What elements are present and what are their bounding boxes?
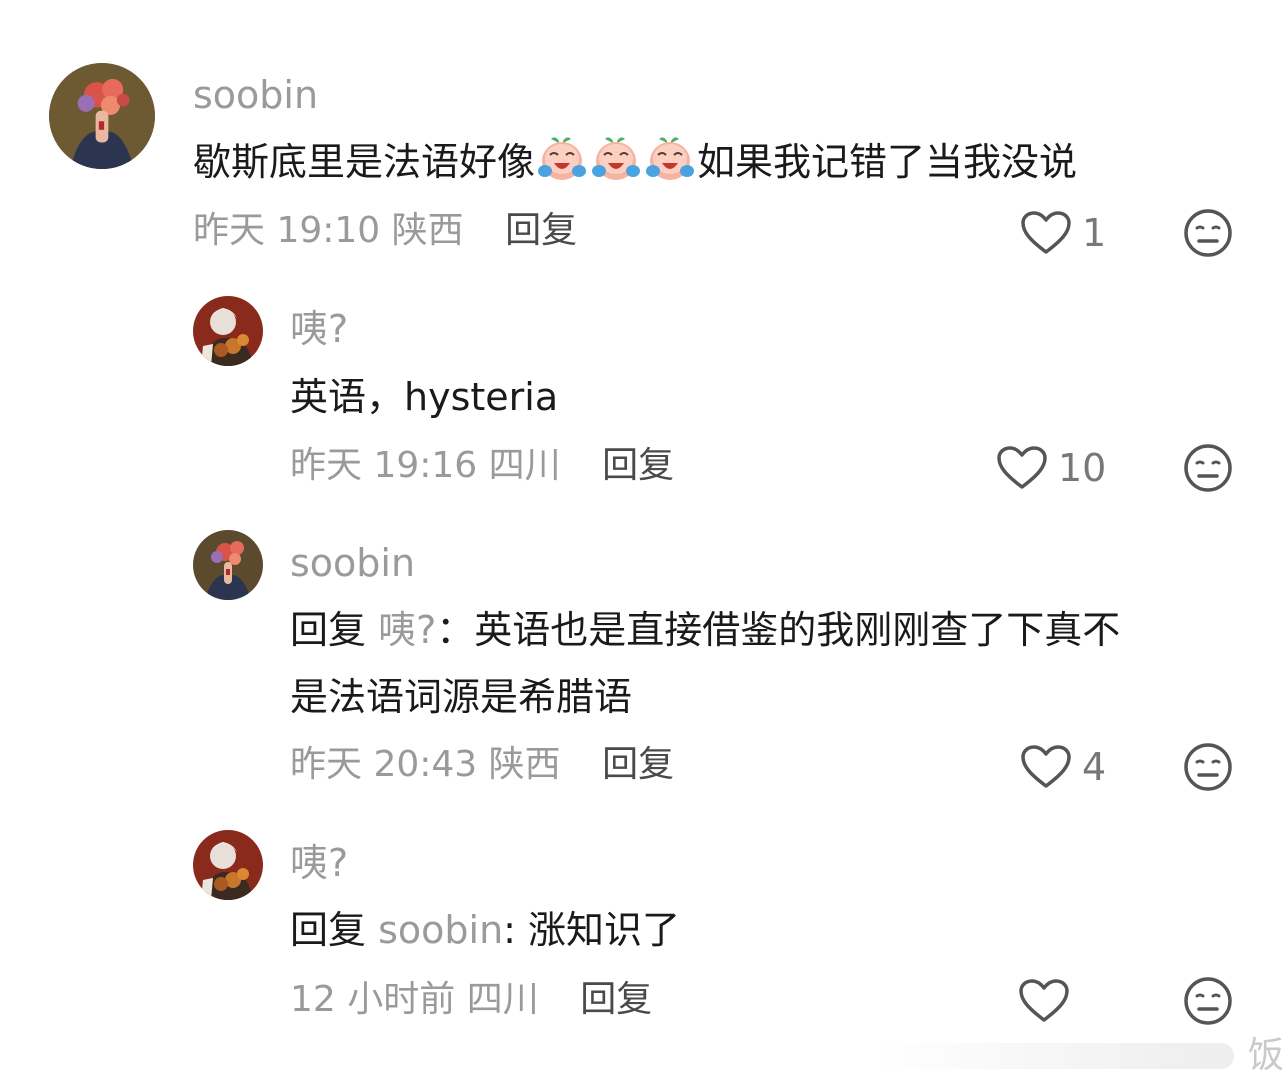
comment-text-line2: 是法语词源是希腊语 xyxy=(290,675,633,719)
comment-username[interactable]: 咦? xyxy=(290,844,348,882)
crying-laughing-peach-emoji xyxy=(645,133,695,183)
heart-icon xyxy=(996,445,1048,491)
reply-prefix: 回复 xyxy=(290,908,367,952)
heart-icon xyxy=(1020,210,1072,256)
dislike-face-icon[interactable] xyxy=(1183,208,1233,258)
reply-prefix: 回复 xyxy=(290,608,367,652)
like-button[interactable]: 10 xyxy=(996,443,1106,493)
comment-text-body: : 涨知识了 xyxy=(503,908,681,952)
comment-1: soobin 歇斯底里是法语好像 如果我记错了当我没说 昨天 19:10 陕西 回… xyxy=(0,0,1284,280)
comment-username[interactable]: soobin xyxy=(290,544,415,582)
crying-laughing-peach-emoji xyxy=(591,133,641,183)
comment-meta: 昨天 19:10 陕西 回复 xyxy=(193,213,577,249)
comment-meta: 12 小时前 四川 回复 xyxy=(290,982,652,1018)
comment-time: 昨天 20:43 xyxy=(290,744,478,785)
reply-button[interactable]: 回复 xyxy=(602,744,674,785)
reply-button[interactable]: 回复 xyxy=(580,979,652,1020)
comment-3: soobin 回复 咦?：英语也是直接借鉴的我刚刚查了下真不 是法语词源是希腊语… xyxy=(0,510,1284,810)
dislike-face-icon[interactable] xyxy=(1183,976,1233,1026)
comment-time: 12 小时前 xyxy=(290,979,456,1020)
comment-meta: 昨天 20:43 陕西 回复 xyxy=(290,747,674,783)
avatar[interactable] xyxy=(193,296,263,366)
reply-button[interactable]: 回复 xyxy=(602,445,674,486)
comment-time: 昨天 19:10 xyxy=(193,210,381,251)
watermark: 饭 xyxy=(874,1035,1284,1077)
comment-text: 英语，hysteria xyxy=(290,375,559,419)
comment-text-after: 如果我记错了当我没说 xyxy=(697,140,1078,184)
avatar[interactable] xyxy=(49,63,155,169)
comment-text-before: 歇斯底里是法语好像 xyxy=(193,140,536,184)
comment-location: 四川 xyxy=(488,445,561,486)
like-count: 1 xyxy=(1082,211,1107,255)
watermark-bar xyxy=(874,1043,1234,1069)
reply-button[interactable]: 回复 xyxy=(505,210,577,251)
comment-text: 回复 soobin: 涨知识了 xyxy=(290,898,680,962)
like-button[interactable] xyxy=(1018,976,1080,1026)
comment-time: 昨天 19:16 xyxy=(290,445,478,486)
heart-icon xyxy=(1020,744,1072,790)
comment-text-line1: ：英语也是直接借鉴的我刚刚查了下真不 xyxy=(436,608,1121,652)
comment-username[interactable]: soobin xyxy=(193,76,318,114)
comment-username[interactable]: 咦? xyxy=(290,310,348,348)
comment-location: 四川 xyxy=(466,979,539,1020)
comment-text: 回复 咦?：英语也是直接借鉴的我刚刚查了下真不 xyxy=(290,598,1120,662)
avatar[interactable] xyxy=(193,530,263,600)
comment-location: 陕西 xyxy=(391,210,464,251)
watermark-text: 饭 xyxy=(1247,1035,1284,1076)
comment-2: 咦? 英语，hysteria 昨天 19:16 四川 回复 10 xyxy=(0,280,1284,510)
comment-4: 咦? 回复 soobin: 涨知识了 12 小时前 四川 回复 xyxy=(0,810,1284,1050)
heart-icon xyxy=(1018,978,1070,1024)
dislike-face-icon[interactable] xyxy=(1183,443,1233,493)
comment-location: 陕西 xyxy=(488,744,561,785)
like-count: 4 xyxy=(1082,745,1107,789)
mention-link[interactable]: 咦? xyxy=(378,608,436,652)
mention-link[interactable]: soobin xyxy=(378,908,503,952)
comment-text: 歇斯底里是法语好像 如果我记错了当我没说 xyxy=(193,130,1077,194)
like-button[interactable]: 1 xyxy=(1020,208,1106,258)
avatar[interactable] xyxy=(193,830,263,900)
like-button[interactable]: 4 xyxy=(1020,742,1106,792)
dislike-face-icon[interactable] xyxy=(1183,742,1233,792)
comment-meta: 昨天 19:16 四川 回复 xyxy=(290,448,674,484)
crying-laughing-peach-emoji xyxy=(537,133,587,183)
like-count: 10 xyxy=(1058,446,1107,490)
